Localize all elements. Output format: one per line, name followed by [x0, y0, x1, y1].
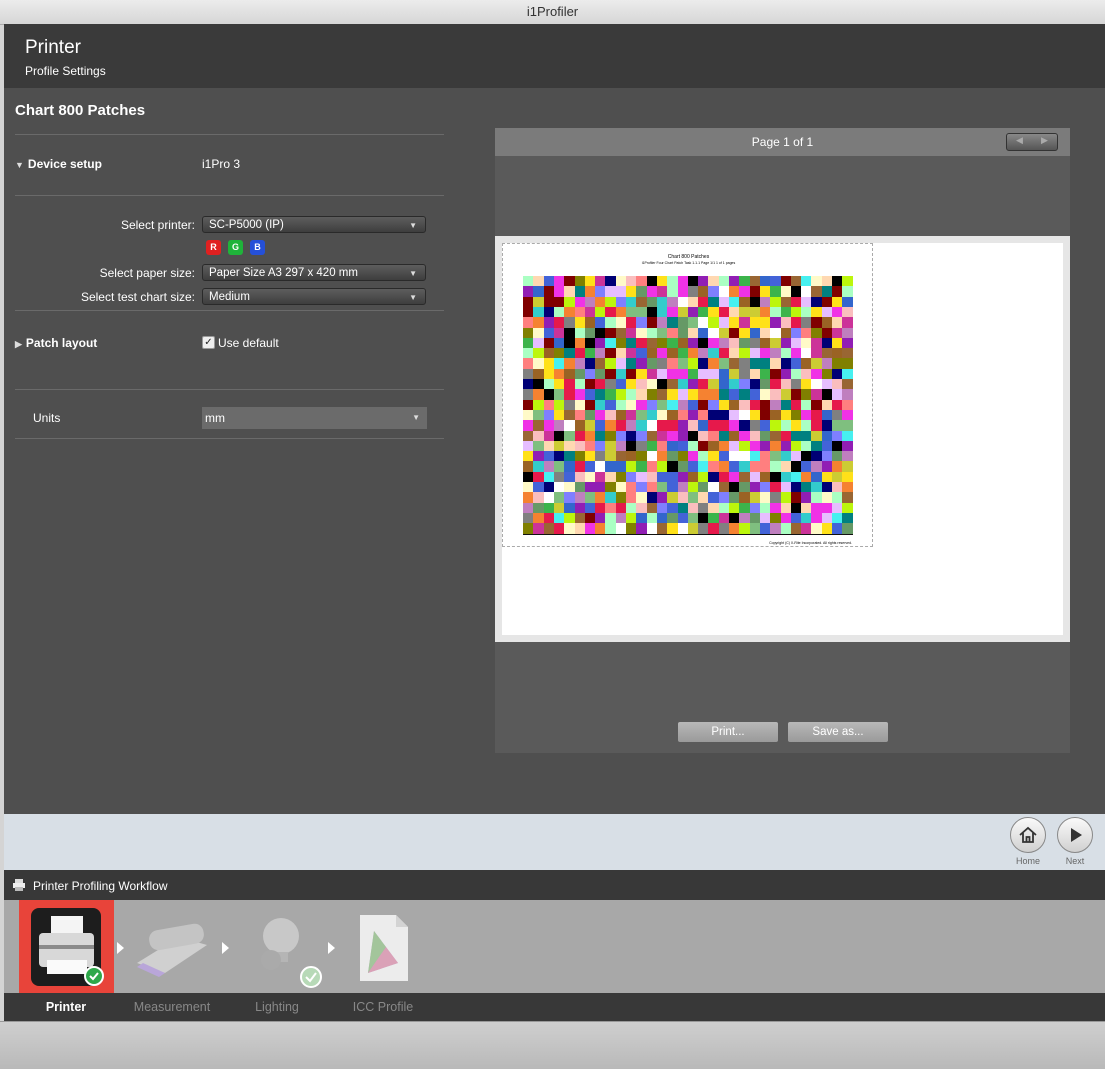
- paper-size-value: Paper Size A3 297 x 420 mm: [209, 267, 358, 279]
- printer-step-icon: [31, 908, 104, 986]
- step-label-lighting[interactable]: Lighting: [227, 1000, 327, 1014]
- divider: [15, 389, 444, 390]
- step-arrow-icon: [117, 942, 124, 954]
- page-pager[interactable]: ◀ ▶: [1006, 133, 1058, 151]
- home-icon: [1019, 826, 1037, 843]
- select-paper-size-label: Select paper size:: [99, 266, 195, 280]
- units-select[interactable]: mm ▼: [202, 407, 427, 429]
- channel-b-badge[interactable]: B: [250, 240, 265, 255]
- workflow-steps: [4, 900, 1105, 995]
- home-label: Home: [1015, 856, 1040, 866]
- test-chart-title: Chart 800 Patches: [667, 254, 710, 260]
- step-label-icc-profile[interactable]: ICC Profile: [333, 1000, 433, 1014]
- chart-section-title: Chart 800 Patches: [15, 102, 146, 119]
- patch-grid: [523, 276, 854, 535]
- page-title: Printer: [25, 37, 81, 58]
- device-setup-label: Device setup: [27, 157, 102, 171]
- test-chart-subtitle: i1Profiler Four Chart Patch Task 1.1.1 P…: [641, 261, 736, 265]
- workflow-step-printer[interactable]: [19, 900, 114, 995]
- next-page-icon[interactable]: ▶: [1032, 135, 1057, 146]
- channel-r-badge[interactable]: R: [206, 240, 221, 255]
- use-default-checkbox[interactable]: ✓: [202, 336, 215, 349]
- chevron-down-icon: ▼: [409, 293, 417, 302]
- step-arrow-icon: [222, 942, 229, 954]
- chevron-down-icon: ▼: [409, 221, 417, 230]
- test-chart-sheet: Chart 800 Patches i1Profiler Four Chart …: [502, 243, 873, 547]
- test-chart-size-value: Medium: [209, 291, 250, 303]
- printer-select-value: SC-P5000 (IP): [209, 219, 284, 231]
- next-button[interactable]: [1057, 817, 1093, 853]
- units-label: Units: [33, 411, 61, 425]
- divider: [15, 310, 444, 311]
- divider: [15, 438, 444, 439]
- test-chart-copyright: Copyright (C) X-Rite Incorporated. All r…: [769, 541, 852, 545]
- units-value: mm: [205, 411, 225, 425]
- divider: [15, 134, 444, 135]
- page-subtitle: Profile Settings: [25, 64, 106, 78]
- paper-sheet: Chart 800 Patches i1Profiler Four Chart …: [502, 243, 1063, 635]
- prev-page-icon[interactable]: ◀: [1007, 135, 1032, 146]
- preview-toolbar: Page 1 of 1 ◀ ▶: [495, 128, 1070, 156]
- app-window: Printer Profile Settings Chart 800 Patch…: [4, 24, 1105, 1021]
- workflow-header: Printer Profiling Workflow: [4, 870, 1105, 900]
- next-label: Next: [1065, 856, 1085, 866]
- paper-size-select[interactable]: Paper Size A3 297 x 420 mm ▼: [202, 264, 426, 281]
- save-as-button[interactable]: Save as...: [788, 722, 888, 742]
- device-setup-value: i1Pro 3: [202, 157, 241, 171]
- workflow-title: Printer Profiling Workflow: [33, 879, 168, 893]
- printer-select[interactable]: SC-P5000 (IP) ▼: [202, 216, 426, 233]
- play-icon: [1071, 828, 1082, 842]
- disclosure-right-icon: ▶: [15, 339, 22, 349]
- divider: [15, 195, 444, 196]
- step-label-printer[interactable]: Printer: [16, 1000, 116, 1014]
- chevron-down-icon: ▼: [409, 269, 417, 278]
- home-button[interactable]: [1010, 817, 1046, 853]
- patch-layout-label: Patch layout: [25, 336, 98, 350]
- select-test-chart-size-label: Select test chart size:: [80, 290, 195, 304]
- paper-preview-area: Chart 800 Patches i1Profiler Four Chart …: [495, 236, 1070, 642]
- workflow-labels: Printer Measurement Lighting ICC Profile: [4, 993, 1105, 1021]
- chevron-down-icon: ▼: [412, 413, 420, 422]
- workflow-step-measurement[interactable]: [129, 915, 214, 990]
- workflow-step-icc-profile[interactable]: [356, 913, 411, 988]
- device-setup-toggle[interactable]: ▼ Device setup: [15, 157, 102, 171]
- print-button[interactable]: Print...: [678, 722, 778, 742]
- test-chart-size-select[interactable]: Medium ▼: [202, 288, 426, 305]
- icc-profile-step-icon: [360, 915, 408, 981]
- measurement-step-icon: [137, 923, 207, 977]
- color-patch: [842, 523, 854, 535]
- use-default-label: Use default: [218, 336, 279, 350]
- patch-layout-toggle[interactable]: ▶ Patch layout: [15, 336, 97, 350]
- workflow-step-lighting[interactable]: [249, 910, 324, 993]
- page-indicator: Page 1 of 1: [751, 135, 814, 149]
- channel-g-badge[interactable]: G: [228, 240, 243, 255]
- printer-icon: [13, 879, 25, 891]
- disclosure-down-icon: ▼: [15, 160, 24, 170]
- step-label-measurement[interactable]: Measurement: [122, 1000, 222, 1014]
- step-arrow-icon: [328, 942, 335, 954]
- chart-preview-panel: Page 1 of 1 ◀ ▶ Chart 800 Patches i1Prof…: [495, 128, 1070, 753]
- lightbulb-step-icon: [261, 918, 322, 988]
- window-bottom-bar: [0, 1021, 1105, 1069]
- navigation-strip: Home Next: [4, 814, 1105, 870]
- window-title: i1Profiler: [0, 0, 1105, 25]
- select-printer-label: Select printer:: [120, 218, 195, 232]
- page-header: Printer Profile Settings: [4, 24, 1105, 88]
